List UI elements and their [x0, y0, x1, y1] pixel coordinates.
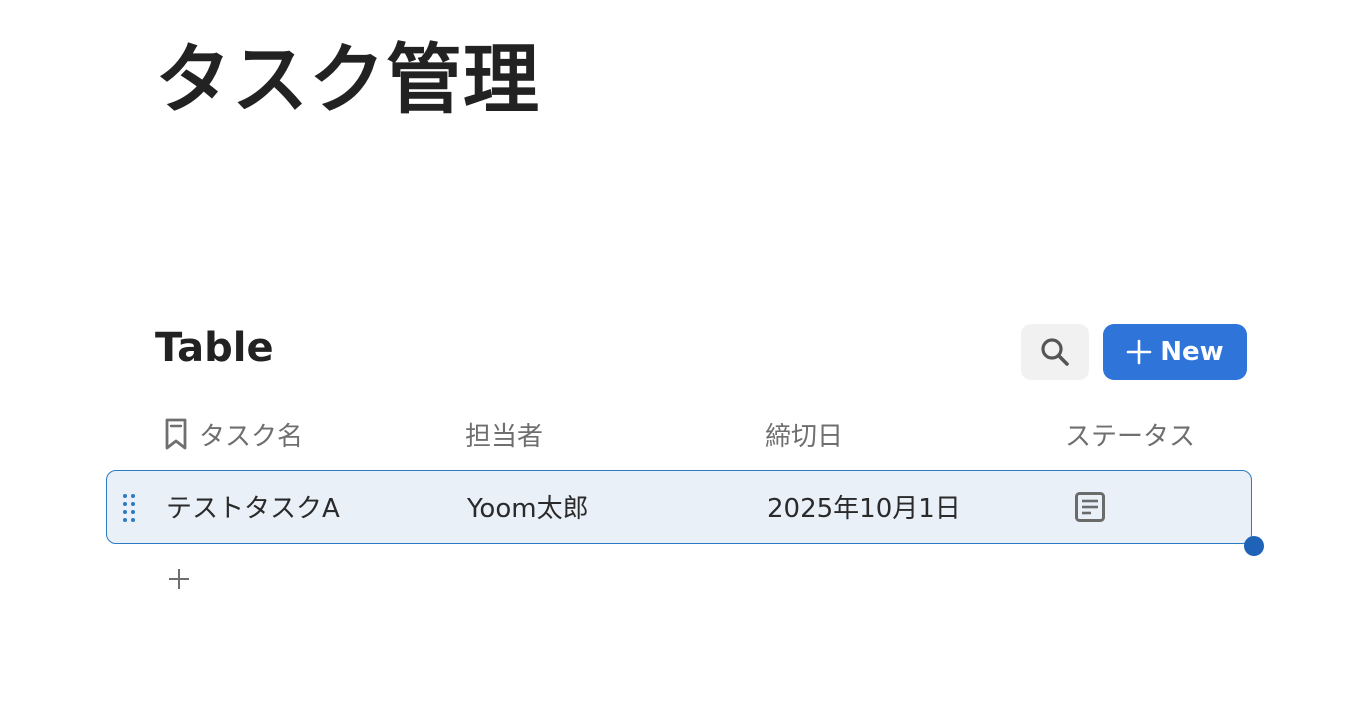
table-heading: Table [155, 325, 274, 371]
drag-handle-icon[interactable] [122, 493, 136, 523]
new-button-label: New [1160, 337, 1224, 367]
column-header-assignee[interactable]: 担当者 [465, 408, 543, 460]
table-header-row: タスク名 担当者 締切日 ステータス [155, 408, 1255, 460]
table-row[interactable]: テストタスクA Yoom太郎 2025年10月1日 [106, 470, 1252, 544]
plus-icon [1126, 339, 1152, 365]
new-button[interactable]: New [1103, 324, 1247, 380]
column-header-task-name[interactable]: タスク名 [163, 408, 303, 460]
cell-due-date[interactable]: 2025年10月1日 [767, 471, 961, 542]
column-header-status[interactable]: ステータス [1065, 408, 1195, 460]
plus-icon [169, 569, 189, 589]
bookmark-icon [165, 418, 187, 450]
page: タスク管理 Table New タスク名 担当者 締切日 ステータス テストタス… [0, 0, 1346, 726]
column-header-due-date[interactable]: 締切日 [765, 408, 843, 460]
column-header-label: タスク名 [199, 421, 304, 452]
column-header-label: 締切日 [765, 421, 844, 452]
cell-task-name[interactable]: テストタスクA [166, 471, 340, 542]
cell-assignee[interactable]: Yoom太郎 [467, 471, 589, 542]
row-resize-handle[interactable] [1244, 536, 1264, 556]
column-header-label: 担当者 [465, 421, 544, 452]
add-row-button[interactable] [164, 564, 194, 594]
search-icon [1041, 338, 1069, 366]
column-header-label: ステータス [1065, 421, 1196, 452]
search-button[interactable] [1021, 324, 1089, 380]
page-title: タスク管理 [155, 35, 540, 124]
document-icon[interactable] [1074, 491, 1106, 523]
